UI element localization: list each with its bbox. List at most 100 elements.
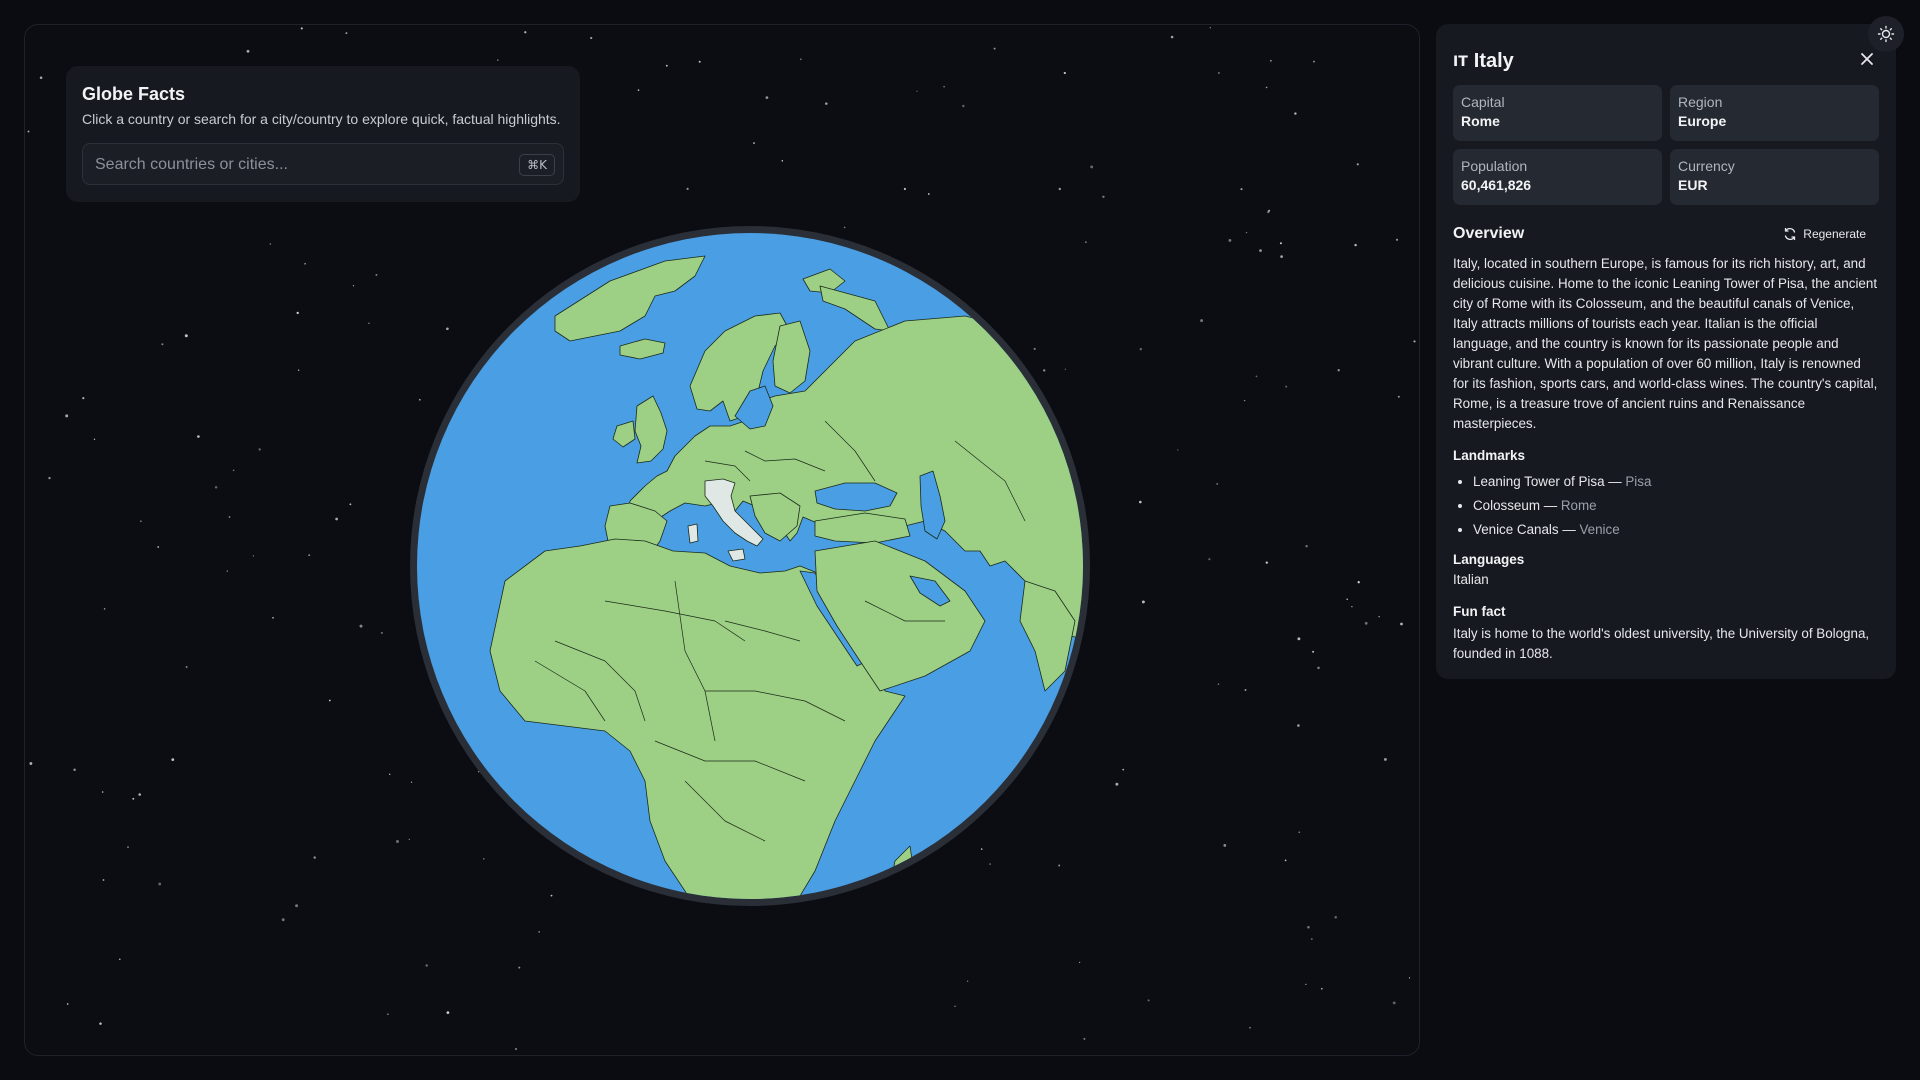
star bbox=[1147, 999, 1150, 1002]
regenerate-button[interactable]: Regenerate bbox=[1783, 227, 1879, 241]
star bbox=[1312, 650, 1315, 653]
star bbox=[496, 59, 499, 61]
star bbox=[1294, 112, 1297, 115]
star bbox=[295, 904, 299, 908]
star bbox=[1408, 977, 1411, 979]
landmark-name: Venice Canals bbox=[1473, 522, 1559, 537]
star bbox=[1298, 831, 1301, 834]
star bbox=[1392, 1001, 1396, 1005]
star bbox=[446, 1011, 450, 1014]
star bbox=[637, 89, 640, 91]
languages-value: Italian bbox=[1453, 572, 1489, 587]
star bbox=[1245, 231, 1248, 234]
globe-viewport[interactable]: Globe Facts Click a country or search fo… bbox=[24, 24, 1420, 1056]
star bbox=[1240, 188, 1243, 191]
star bbox=[1346, 598, 1348, 601]
stat-value: Rome bbox=[1461, 113, 1500, 129]
stat-population: Population 60,461,826 bbox=[1453, 149, 1662, 205]
star bbox=[753, 142, 755, 145]
star bbox=[781, 160, 784, 162]
landmarks-list: Leaning Tower of Pisa — Pisa Colosseum —… bbox=[1453, 470, 1899, 542]
star bbox=[1223, 844, 1227, 847]
star bbox=[119, 958, 121, 961]
overview-header: Overview Regenerate bbox=[1453, 225, 1879, 243]
star bbox=[328, 699, 331, 702]
star bbox=[66, 1003, 69, 1005]
star bbox=[1265, 561, 1268, 564]
star bbox=[425, 964, 428, 967]
star bbox=[132, 797, 135, 800]
star bbox=[1305, 983, 1307, 986]
star bbox=[226, 570, 228, 572]
stat-value: EUR bbox=[1678, 177, 1708, 193]
star bbox=[99, 1022, 102, 1025]
star bbox=[1356, 163, 1359, 166]
star bbox=[304, 262, 306, 265]
star bbox=[1265, 86, 1268, 89]
list-item: Colosseum — Rome bbox=[1473, 494, 1899, 518]
landmark-city: Pisa bbox=[1625, 474, 1652, 489]
stat-label: Population bbox=[1461, 158, 1528, 174]
star bbox=[258, 448, 261, 451]
star bbox=[1395, 238, 1399, 241]
star bbox=[140, 520, 142, 523]
star bbox=[335, 517, 338, 521]
star bbox=[296, 311, 299, 315]
star bbox=[590, 36, 593, 40]
star bbox=[962, 104, 965, 108]
app-subtitle: Click a country or search for a city/cou… bbox=[82, 111, 561, 127]
stat-capital: Capital Rome bbox=[1453, 85, 1662, 141]
sardinia[interactable] bbox=[687, 523, 699, 544]
search-input[interactable] bbox=[83, 144, 517, 186]
star bbox=[524, 31, 527, 34]
stat-currency: Currency EUR bbox=[1670, 149, 1879, 205]
landmark-city: Rome bbox=[1560, 498, 1597, 513]
star bbox=[161, 343, 164, 346]
list-item: Leaning Tower of Pisa — Pisa bbox=[1473, 470, 1899, 494]
star bbox=[214, 486, 218, 489]
star bbox=[1337, 369, 1340, 372]
panel-header: IT Italy bbox=[1453, 50, 1514, 73]
star bbox=[359, 624, 363, 628]
star bbox=[389, 773, 391, 775]
star bbox=[1058, 187, 1062, 191]
star bbox=[297, 369, 300, 371]
star bbox=[387, 1013, 389, 1016]
globe[interactable] bbox=[405, 221, 1095, 911]
star bbox=[269, 243, 272, 245]
star bbox=[138, 793, 141, 796]
star bbox=[799, 58, 802, 61]
star bbox=[1115, 782, 1119, 786]
star bbox=[29, 762, 33, 765]
star bbox=[157, 546, 160, 548]
landmarks-title: Landmarks bbox=[1453, 448, 1526, 463]
star bbox=[1090, 165, 1094, 169]
close-button[interactable] bbox=[1856, 48, 1878, 70]
star bbox=[300, 27, 303, 30]
country-name: Italy bbox=[1473, 50, 1514, 72]
overview-text: Italy, located in southern Europe, is fa… bbox=[1453, 256, 1878, 431]
star bbox=[1083, 1037, 1086, 1040]
star bbox=[1279, 242, 1282, 245]
star bbox=[903, 187, 906, 191]
country-detail-panel: IT Italy Capital Rome Region Europe Popu… bbox=[1436, 24, 1896, 679]
stat-label: Region bbox=[1678, 94, 1723, 110]
star bbox=[252, 555, 255, 557]
star bbox=[1313, 60, 1315, 63]
star bbox=[1208, 558, 1211, 561]
star bbox=[1249, 1026, 1251, 1029]
star bbox=[927, 193, 930, 195]
search-box[interactable]: ⌘K bbox=[82, 143, 564, 186]
star bbox=[1383, 757, 1387, 761]
star bbox=[765, 96, 769, 99]
star bbox=[1228, 238, 1232, 242]
star bbox=[1413, 340, 1416, 343]
star bbox=[1177, 449, 1179, 451]
flag-icon: IT bbox=[1453, 53, 1468, 70]
theme-toggle-button[interactable] bbox=[1868, 16, 1904, 52]
star bbox=[1170, 35, 1174, 39]
star bbox=[65, 414, 69, 418]
star bbox=[993, 47, 996, 50]
landmark-name: Leaning Tower of Pisa bbox=[1473, 474, 1605, 489]
star bbox=[185, 666, 188, 668]
